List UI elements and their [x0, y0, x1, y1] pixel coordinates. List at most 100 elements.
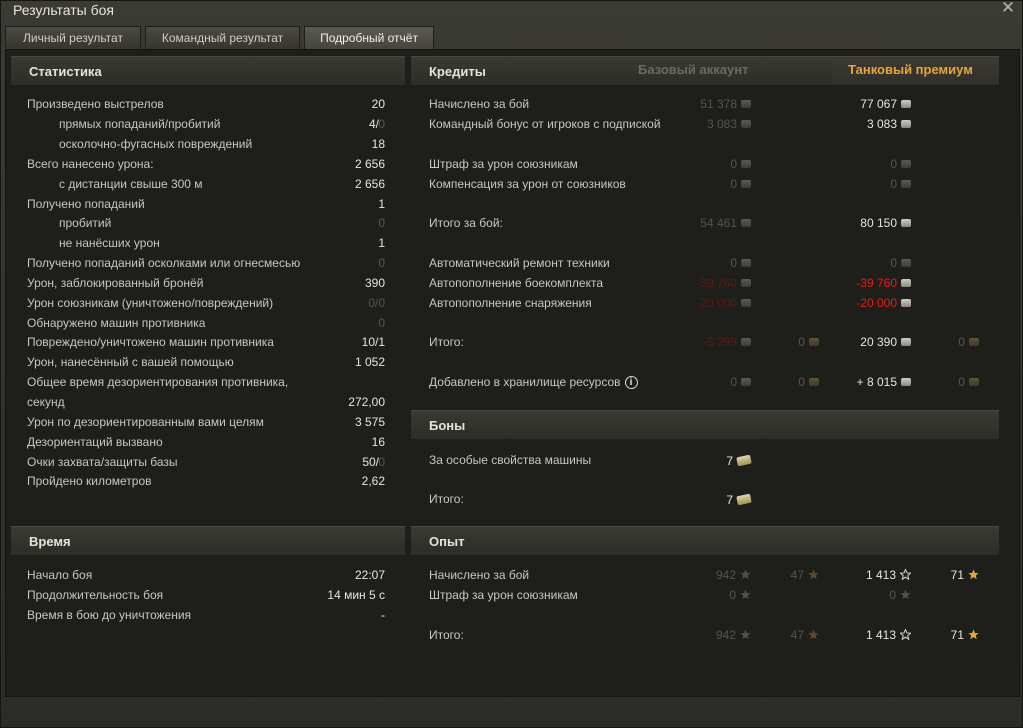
- credits-icon: [741, 119, 751, 128]
- credit-base-value: -20 000: [696, 293, 751, 313]
- bottom-bar: [5, 701, 1020, 723]
- credit-base-value: 0: [730, 253, 751, 273]
- stat-value: 2 656: [354, 177, 385, 191]
- battle-results-window: Результаты боя ✕ Личный результат Команд…: [0, 0, 1023, 728]
- stat-row: не нанёсших урон 1: [27, 233, 387, 253]
- statistics-title: Статистика: [29, 64, 102, 79]
- bonds-title: Боны: [429, 418, 466, 433]
- credit-premium-value: 0: [890, 154, 911, 174]
- credit-row: Автопополнение снаряжения -20 000 -20 00…: [429, 293, 989, 313]
- credits-icon: [741, 337, 751, 346]
- stat-value: 0/0: [368, 296, 385, 310]
- stat-value-secondary: 0: [378, 455, 385, 469]
- stat-row: Урон, заблокированный бронёй 390: [27, 273, 387, 293]
- xp-row: Штраф за урон союзникам 0 0: [429, 585, 989, 605]
- credit-label: Автопополнение снаряжения: [429, 296, 592, 310]
- credits-icon: [901, 258, 911, 267]
- xp-star-icon: [900, 629, 911, 641]
- bond-row: За особые свойства машины 7: [429, 450, 989, 470]
- credit-base-value: 54 461: [700, 213, 751, 233]
- stat-row: Произведено выстрелов 20: [27, 94, 387, 114]
- free-xp-base-value: 47: [791, 565, 819, 585]
- credit-premium-value: + 8 015: [857, 372, 911, 392]
- time-row: Начало боя 22:07: [27, 565, 387, 585]
- credits-icon: [901, 159, 911, 168]
- stat-label: прямых попаданий/пробитий: [59, 117, 221, 131]
- credit-premium-value: 0: [890, 174, 911, 194]
- stat-value: 18: [371, 137, 385, 151]
- gold-base-value: 0: [798, 372, 819, 392]
- stat-value: 16: [371, 435, 385, 449]
- credit-base-value: -5 299: [703, 332, 751, 352]
- xp-label: Итого:: [429, 628, 464, 642]
- stat-value: 2,62: [361, 474, 385, 488]
- stat-value: 3 575: [354, 415, 385, 429]
- free-xp-premium-value: 71: [951, 565, 979, 585]
- tab-detailed-report[interactable]: Подробный отчёт: [304, 26, 434, 49]
- credit-premium-value: 0: [890, 253, 911, 273]
- credit-row: Автопополнение боекомплекта -39 760 -39 …: [429, 273, 989, 293]
- time-value: 22:07: [354, 568, 385, 582]
- stat-row: осколочно-фугасных повреждений 18: [27, 134, 387, 154]
- tab-personal-result[interactable]: Личный результат: [5, 26, 141, 49]
- info-icon[interactable]: i: [624, 376, 638, 390]
- tab-team-result[interactable]: Командный результат: [145, 26, 300, 49]
- stat-value: 390: [364, 276, 385, 290]
- credit-label: Добавлено в хранилище ресурсов i: [429, 372, 638, 392]
- stat-row: Всего нанесено урона: 2 656: [27, 154, 387, 174]
- stat-label: Получено попаданий осколками или огнесме…: [27, 256, 301, 270]
- xp-header: Опыт: [411, 526, 999, 555]
- credit-row: Добавлено в хранилище ресурсов i 0 0 + 8 …: [429, 372, 989, 392]
- time-label: Продолжительность боя: [27, 588, 164, 602]
- credits-icon: [901, 298, 911, 307]
- free-xp-star-icon: [808, 569, 819, 580]
- xp-row: Начислено за бой 942 47 1 413 71: [429, 565, 989, 585]
- close-icon[interactable]: ✕: [1000, 0, 1016, 16]
- credit-label: Итого:: [429, 335, 464, 349]
- credit-label: Штраф за урон союзникам: [429, 157, 578, 171]
- stat-row: Очки захвата/защиты базы 50/0: [27, 452, 387, 472]
- stat-row: прямых попаданий/пробитий 4/0: [27, 114, 387, 134]
- credits-icon: [741, 278, 751, 287]
- free-xp-star-icon: [968, 629, 979, 640]
- stat-row: Урон союзникам (уничтожено/повреждений) 0…: [27, 293, 387, 313]
- stat-label: не нанёсших урон: [59, 236, 160, 250]
- bond-value: 7: [726, 490, 752, 510]
- credits-icon: [901, 119, 911, 128]
- credits-icon: [901, 179, 911, 188]
- time-value: 14 мин 5 с: [327, 588, 385, 602]
- statistics-header: Статистика: [11, 56, 405, 85]
- stat-row: с дистанции свыше 300 м 2 656: [27, 174, 387, 194]
- bond-label: Итого:: [429, 492, 464, 506]
- credit-premium-value: 20 390: [860, 332, 911, 352]
- credit-row: Начислено за бой 51 378 77 067: [429, 94, 989, 114]
- credit-premium-value: 80 150: [860, 213, 911, 233]
- stat-value-secondary: 0: [378, 117, 385, 131]
- time-label: Время в бою до уничтожения: [27, 608, 192, 622]
- stat-row: Пройдено километров 2,62: [27, 471, 387, 491]
- stat-row: Получено попаданий 1: [27, 194, 387, 214]
- gold-icon: [809, 337, 819, 346]
- credits-icon: [901, 278, 911, 287]
- stat-row: секунд 272,00: [27, 392, 387, 412]
- stat-label: Всего нанесено урона:: [27, 157, 154, 171]
- stat-value: 0: [378, 316, 385, 330]
- credit-row: Штраф за урон союзникам 0 0: [429, 154, 989, 174]
- credit-base-value: 0: [730, 372, 751, 392]
- time-value: -: [381, 608, 385, 622]
- stat-row: Общее время дезориентирования противника…: [27, 372, 387, 392]
- credit-label: Командный бонус от игроков с подпиской: [429, 117, 661, 131]
- xp-label: Штраф за урон союзникам: [429, 588, 578, 602]
- credits-icon: [901, 99, 911, 108]
- stat-label: Урон, нанесённый с вашей помощью: [27, 355, 234, 369]
- time-title: Время: [29, 534, 71, 549]
- base-account-header: Базовый аккаунт: [638, 62, 749, 77]
- stat-value: 272,00: [348, 395, 385, 409]
- stat-label: Пройдено километров: [27, 474, 152, 488]
- credits-icon: [741, 218, 751, 227]
- stat-value: 1: [378, 197, 385, 211]
- credit-premium-value: -39 760: [856, 273, 911, 293]
- gold-icon: [809, 377, 819, 386]
- credit-base-value: 3 083: [707, 114, 751, 134]
- bond-value: 7: [726, 451, 752, 471]
